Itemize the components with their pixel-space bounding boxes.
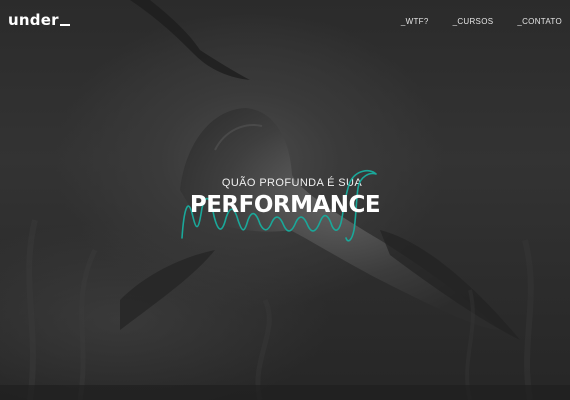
hero-title: PERFORMANCE <box>189 192 381 218</box>
nav-link-cursos[interactable]: _CURSOS <box>453 17 494 27</box>
nav-menu: _WTF? _CURSOS _CONTATO <box>401 17 562 27</box>
logo-underscore-mark <box>59 24 70 26</box>
hero-section: under _WTF? _CURSOS _CONTATO QUÃO PROFUN… <box>0 0 570 400</box>
nav-link-contato[interactable]: _CONTATO <box>517 17 562 27</box>
top-navigation: under _WTF? _CURSOS _CONTATO <box>0 0 570 44</box>
brand-logo[interactable]: under <box>8 10 70 30</box>
logo-text: under <box>8 11 59 29</box>
nav-link-wtf[interactable]: _WTF? <box>401 17 429 27</box>
